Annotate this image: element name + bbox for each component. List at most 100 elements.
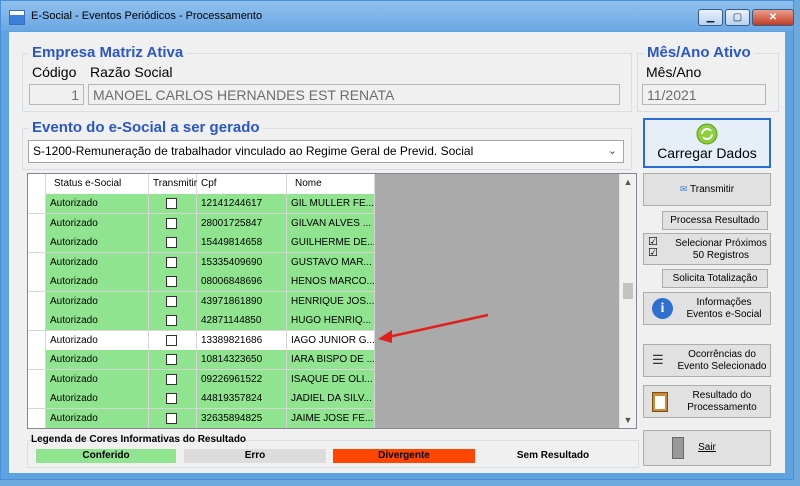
transmitir-cell[interactable] (149, 330, 197, 351)
column-header-cpf[interactable]: Cpf (197, 174, 287, 194)
row-header[interactable] (28, 194, 46, 214)
transmitir-cell[interactable] (149, 428, 197, 429)
mes-ano-field[interactable]: 11/2021 (642, 84, 766, 105)
legend-divergente: Divergente (333, 449, 475, 463)
table-row[interactable]: Autorizado 13389821686 IAGO JUNIOR G... (28, 330, 375, 351)
transmitir-cell[interactable] (149, 350, 197, 370)
transmitir-cell[interactable] (149, 369, 197, 390)
selecionar-proximos-label: Selecionar Próximos 50 Registros (675, 238, 767, 261)
selecionar-proximos-button[interactable]: ☑ ☑ Selecionar Próximos 50 Registros (643, 233, 771, 265)
cpf-cell: 15449814658 (197, 233, 287, 253)
status-cell: Autorizado (46, 213, 149, 234)
row-header[interactable] (28, 252, 46, 273)
transmitir-checkbox[interactable] (166, 256, 177, 268)
legend-title: Legenda de Cores Informativas do Resulta… (31, 434, 247, 445)
row-header[interactable] (28, 213, 46, 234)
column-header-status[interactable]: Status e-Social (46, 174, 149, 194)
row-header[interactable] (28, 428, 46, 429)
ocorrencias-button[interactable]: ☰ Ocorrências do Evento Selecionado (643, 344, 771, 377)
razao-social-label: Razão Social (90, 64, 173, 80)
transmitir-cell[interactable] (149, 252, 197, 273)
sair-button[interactable]: Sair (643, 430, 771, 466)
transmitir-checkbox[interactable] (166, 276, 177, 287)
status-cell: Autorizado (46, 252, 149, 273)
transmitir-cell[interactable] (149, 408, 197, 428)
transmitir-cell[interactable] (149, 213, 197, 234)
evento-select[interactable]: S-1200-Remuneração de trabalhador vincul… (28, 140, 624, 163)
transmitir-button[interactable]: ✉ Transmitir (643, 173, 771, 206)
table-row[interactable]: Autorizado 12141244617 GIL MULLER FE... (28, 194, 375, 214)
razao-social-field[interactable]: MANOEL CARLOS HERNANDES EST RENATA (88, 84, 620, 105)
eventos-grid[interactable]: Status e-Social Transmitir Cpf Nome Auto… (27, 173, 637, 429)
column-header-transmitir[interactable]: Transmitir (149, 174, 197, 194)
status-cell: Autorizado (46, 408, 149, 428)
transmitir-cell[interactable] (149, 233, 197, 253)
codigo-label: Código (32, 64, 77, 80)
info-icon: i (652, 298, 673, 319)
status-cell (46, 428, 149, 429)
row-header[interactable] (28, 330, 46, 351)
scroll-thumb[interactable] (623, 283, 633, 299)
empresa-group-title: Empresa Matriz Ativa (29, 44, 187, 61)
row-header[interactable] (28, 291, 46, 312)
table-row[interactable]: Autorizado 15335409690 GUSTAVO MAR... (28, 252, 375, 273)
transmitir-checkbox[interactable] (166, 217, 177, 229)
table-row[interactable]: Autorizado 44819357824 JADIEL DA SILV... (28, 389, 375, 409)
table-row[interactable]: Autorizado 32635894825 JAIME JOSE FE... (28, 408, 375, 428)
transmitir-checkbox[interactable] (166, 315, 177, 326)
cpf-cell: 44819357824 (197, 389, 287, 409)
table-row[interactable]: Autorizado 43971861890 HENRIQUE JOS... (28, 291, 375, 312)
table-row[interactable] (28, 428, 375, 429)
row-header[interactable] (28, 311, 46, 331)
column-header-nome[interactable]: Nome (287, 174, 375, 194)
status-cell: Autorizado (46, 330, 149, 351)
nome-cell: GUILHERME DE... (287, 233, 375, 253)
transmitir-checkbox[interactable] (166, 334, 177, 346)
nome-cell: GIL MULLER FE... (287, 194, 375, 214)
transmitir-checkbox[interactable] (166, 412, 177, 424)
carregar-dados-button[interactable]: Carregar Dados (643, 118, 771, 168)
row-header[interactable] (28, 272, 46, 292)
grid-vertical-scrollbar[interactable]: ▲ ▼ (619, 174, 636, 428)
table-row[interactable]: Autorizado 10814323650 IARA BISPO DE ... (28, 350, 375, 370)
row-header[interactable] (28, 233, 46, 253)
scroll-up-icon[interactable]: ▲ (620, 174, 636, 190)
chevron-down-icon[interactable]: ⌄ (608, 141, 617, 162)
nome-cell: JAIME JOSE FE... (287, 408, 375, 428)
cpf-cell: 10814323650 (197, 350, 287, 370)
transmitir-checkbox[interactable] (166, 295, 177, 307)
table-row[interactable]: Autorizado 08006848696 HENOS MARCO... (28, 272, 375, 292)
transmitir-checkbox[interactable] (166, 237, 177, 248)
table-row[interactable]: Autorizado 28001725847 GILVAN ALVES ... (28, 213, 375, 234)
cpf-cell: 43971861890 (197, 291, 287, 312)
transmitir-checkbox[interactable] (166, 354, 177, 365)
row-header[interactable] (28, 350, 46, 370)
transmitir-checkbox[interactable] (166, 393, 177, 404)
transmitir-cell[interactable] (149, 389, 197, 409)
transmitir-cell[interactable] (149, 291, 197, 312)
row-header[interactable] (28, 408, 46, 428)
status-cell: Autorizado (46, 311, 149, 331)
title-bar[interactable]: E-Social - Eventos Periódicos - Processa… (1, 1, 794, 31)
row-header[interactable] (28, 389, 46, 409)
close-button[interactable]: ✕ (752, 9, 794, 26)
solicita-totalizacao-button[interactable]: Solicita Totalização (662, 269, 768, 288)
row-header[interactable] (28, 369, 46, 390)
grid-header-corner (28, 174, 46, 194)
scroll-down-icon[interactable]: ▼ (620, 412, 636, 428)
table-row[interactable]: Autorizado 42871144850 HUGO HENRIQ... (28, 311, 375, 331)
transmitir-checkbox[interactable] (166, 198, 177, 209)
transmitir-cell[interactable] (149, 311, 197, 331)
transmitir-cell[interactable] (149, 194, 197, 214)
resultado-button[interactable]: Resultado do Processamento (643, 385, 771, 418)
table-row[interactable]: Autorizado 09226961522 ISAQUE DE OLI... (28, 369, 375, 390)
informacoes-button[interactable]: i Informações Eventos e-Social (643, 292, 771, 325)
transmitir-checkbox[interactable] (166, 373, 177, 385)
status-cell: Autorizado (46, 369, 149, 390)
transmitir-cell[interactable] (149, 272, 197, 292)
codigo-field[interactable]: 1 (29, 84, 84, 105)
maximize-button[interactable]: ▢ (725, 9, 750, 26)
minimize-button[interactable]: ▁ (698, 9, 723, 26)
table-row[interactable]: Autorizado 15449814658 GUILHERME DE... (28, 233, 375, 253)
processa-resultado-button[interactable]: Processa Resultado (662, 211, 768, 230)
